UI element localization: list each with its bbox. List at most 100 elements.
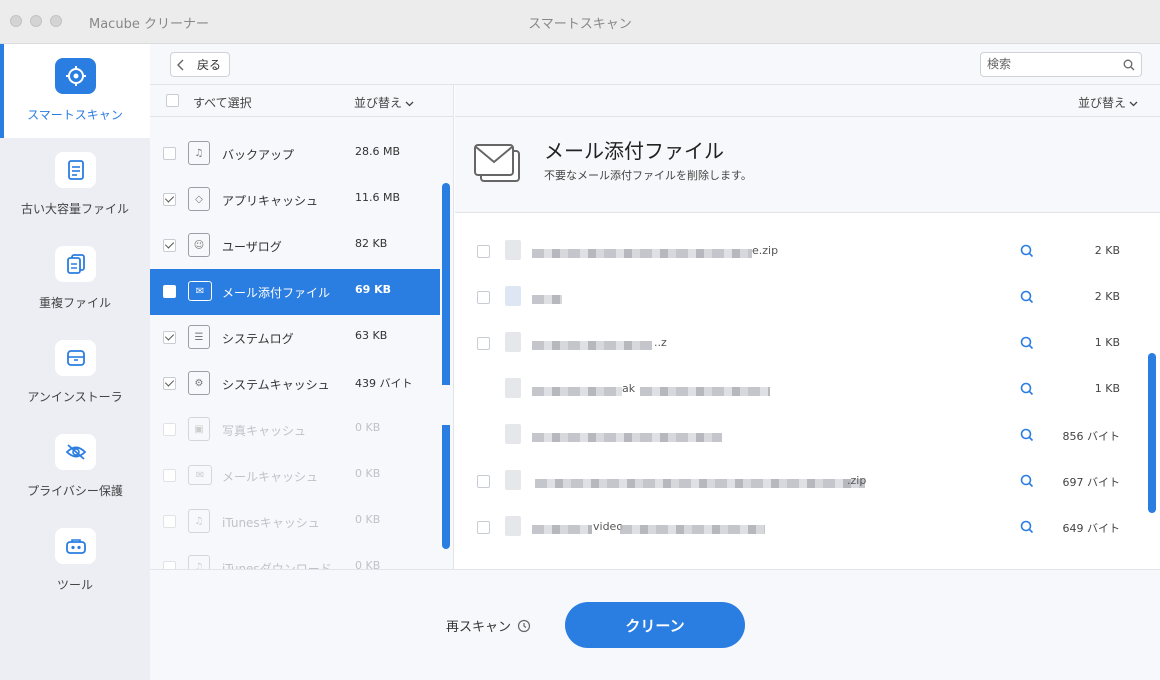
item-checkbox[interactable] xyxy=(163,331,176,344)
item-size: 0 KB xyxy=(355,421,381,434)
item-checkbox[interactable] xyxy=(163,285,176,298)
app-cache-icon: ◇ xyxy=(188,187,210,211)
search-icon[interactable] xyxy=(1123,59,1135,71)
sidebar-item-uninstaller[interactable]: アンインストーラ xyxy=(0,326,150,420)
list-item[interactable]: ⚙ システムキャッシュ 439 バイト xyxy=(150,361,440,407)
footer-bar: 再スキャン クリーン xyxy=(150,569,1160,680)
file-row[interactable]: video 649 バイト xyxy=(455,504,1160,550)
category-list-pane: すべて選択 並び替え ♫ バックアップ 28.6 MB ◇ アプリキャッシュ 1… xyxy=(150,85,454,569)
item-name: メール添付ファイル xyxy=(222,286,331,300)
file-size: 649 バイト xyxy=(1062,522,1121,535)
search-box[interactable] xyxy=(980,52,1142,77)
file-checkbox[interactable] xyxy=(477,291,490,304)
file-checkbox[interactable] xyxy=(477,245,490,258)
magnifier-icon[interactable] xyxy=(1020,382,1034,396)
file-checkbox[interactable] xyxy=(477,521,490,534)
file-checkbox[interactable] xyxy=(477,337,490,350)
file-icon xyxy=(505,470,521,490)
list-item-selected[interactable]: ✉ メール添付ファイル 69 KB xyxy=(150,269,440,315)
file-list-scrollbar[interactable] xyxy=(1148,353,1156,513)
list-item[interactable]: ◇ アプリキャッシュ 11.6 MB xyxy=(150,177,440,223)
magnifier-icon[interactable] xyxy=(1020,474,1034,488)
gear-file-icon: ⚙ xyxy=(188,371,210,395)
sort-button[interactable]: 並び替え xyxy=(354,94,414,111)
file-row[interactable]: .zip 697 バイト xyxy=(455,458,1160,504)
sidebar-item-large-files[interactable]: 古い大容量ファイル xyxy=(0,138,150,232)
blurred-filename xyxy=(532,341,652,350)
toolbox-icon xyxy=(55,528,96,564)
detail-sort-button[interactable]: 並び替え xyxy=(1078,94,1138,111)
sidebar-item-tools[interactable]: ツール xyxy=(0,514,150,608)
file-size: 1 KB xyxy=(1094,382,1120,395)
clean-button[interactable]: クリーン xyxy=(565,602,745,648)
sidebar-item-label: ツール xyxy=(56,578,93,592)
target-icon xyxy=(55,58,96,94)
sidebar-item-label: スマートスキャン xyxy=(27,108,123,122)
mail-icon: ✉ xyxy=(188,465,212,485)
search-input[interactable] xyxy=(987,57,1117,71)
file-row[interactable]: ..z 1 KB xyxy=(455,320,1160,366)
list-item: ♫ iTunesダウンロード 0 KB xyxy=(150,545,440,569)
file-row[interactable]: 2 KB xyxy=(455,274,1160,320)
list-item[interactable]: ☰ システムログ 63 KB xyxy=(150,315,440,361)
file-icon xyxy=(505,286,521,306)
item-name: 写真キャッシュ xyxy=(222,424,307,438)
file-size: 856 バイト xyxy=(1062,430,1121,443)
clock-icon xyxy=(517,619,531,632)
system-log-icon: ☰ xyxy=(188,325,210,349)
rescan-label: 再スキャン xyxy=(446,620,512,635)
item-name: アプリキャッシュ xyxy=(222,194,319,208)
back-button[interactable]: 戻る xyxy=(170,52,230,77)
scrollbar-gap xyxy=(442,385,450,425)
file-size: 2 KB xyxy=(1094,290,1120,303)
item-checkbox[interactable] xyxy=(163,377,176,390)
magnifier-icon[interactable] xyxy=(1020,244,1034,258)
chevron-down-icon xyxy=(1129,101,1138,107)
item-name: システムキャッシュ xyxy=(222,378,330,392)
item-name: メールキャッシュ xyxy=(222,470,319,484)
magnifier-icon[interactable] xyxy=(1020,290,1034,304)
item-size: 63 KB xyxy=(355,329,388,342)
item-size: 82 KB xyxy=(355,237,388,250)
list-item[interactable]: ☺ ユーザログ 82 KB xyxy=(150,223,440,269)
list-item[interactable]: ♫ バックアップ 28.6 MB xyxy=(150,131,440,177)
sidebar-item-privacy[interactable]: プライバシー保護 xyxy=(0,420,150,514)
magnifier-icon[interactable] xyxy=(1020,520,1034,534)
sidebar-item-smart-scan[interactable]: スマートスキャン xyxy=(0,44,150,138)
magnifier-icon[interactable] xyxy=(1020,336,1034,350)
file-icon xyxy=(505,332,521,352)
sidebar-item-duplicates[interactable]: 重複ファイル xyxy=(0,232,150,326)
magnifier-icon[interactable] xyxy=(1020,428,1034,442)
item-name: システムログ xyxy=(222,332,294,346)
blurred-filename xyxy=(532,525,592,534)
eye-off-icon xyxy=(55,434,96,470)
sidebar: スマートスキャン 古い大容量ファイル 重複ファイル アンインストーラ プライバシ… xyxy=(0,44,150,680)
sort-label: 並び替え xyxy=(354,96,403,110)
music-file-icon: ♫ xyxy=(188,555,210,569)
file-row[interactable]: e.zip 2 KB xyxy=(455,228,1160,274)
detail-header: 並び替え xyxy=(455,85,1160,117)
item-checkbox xyxy=(163,423,176,436)
blurred-filename xyxy=(640,387,770,396)
item-checkbox[interactable] xyxy=(163,193,176,206)
item-size: 28.6 MB xyxy=(355,145,401,158)
item-size: 11.6 MB xyxy=(355,191,401,204)
item-checkbox xyxy=(163,561,176,569)
toolbar: 戻る xyxy=(150,44,1160,85)
item-size: 0 KB xyxy=(355,559,381,569)
rescan-button[interactable]: 再スキャン xyxy=(446,616,531,635)
detail-pane: 並び替え メール添付ファイル 不要なメール添付ファイルを削除します。 e.zip… xyxy=(455,85,1160,569)
blurred-filename xyxy=(532,387,622,396)
category-title: メール添付ファイル xyxy=(544,139,724,163)
file-size: 697 バイト xyxy=(1062,476,1121,489)
title-bar: Macube クリーナー スマートスキャン xyxy=(0,0,1160,44)
file-row[interactable]: 856 バイト xyxy=(455,412,1160,458)
select-all-checkbox[interactable] xyxy=(166,94,179,107)
mail-icon: ✉ xyxy=(188,281,212,301)
file-size: 2 KB xyxy=(1094,244,1120,257)
item-checkbox[interactable] xyxy=(163,239,176,252)
file-row[interactable]: ak 1 KB xyxy=(455,366,1160,412)
file-checkbox[interactable] xyxy=(477,475,490,488)
item-checkbox[interactable] xyxy=(163,147,176,160)
list-scrollbar[interactable] xyxy=(442,183,450,549)
